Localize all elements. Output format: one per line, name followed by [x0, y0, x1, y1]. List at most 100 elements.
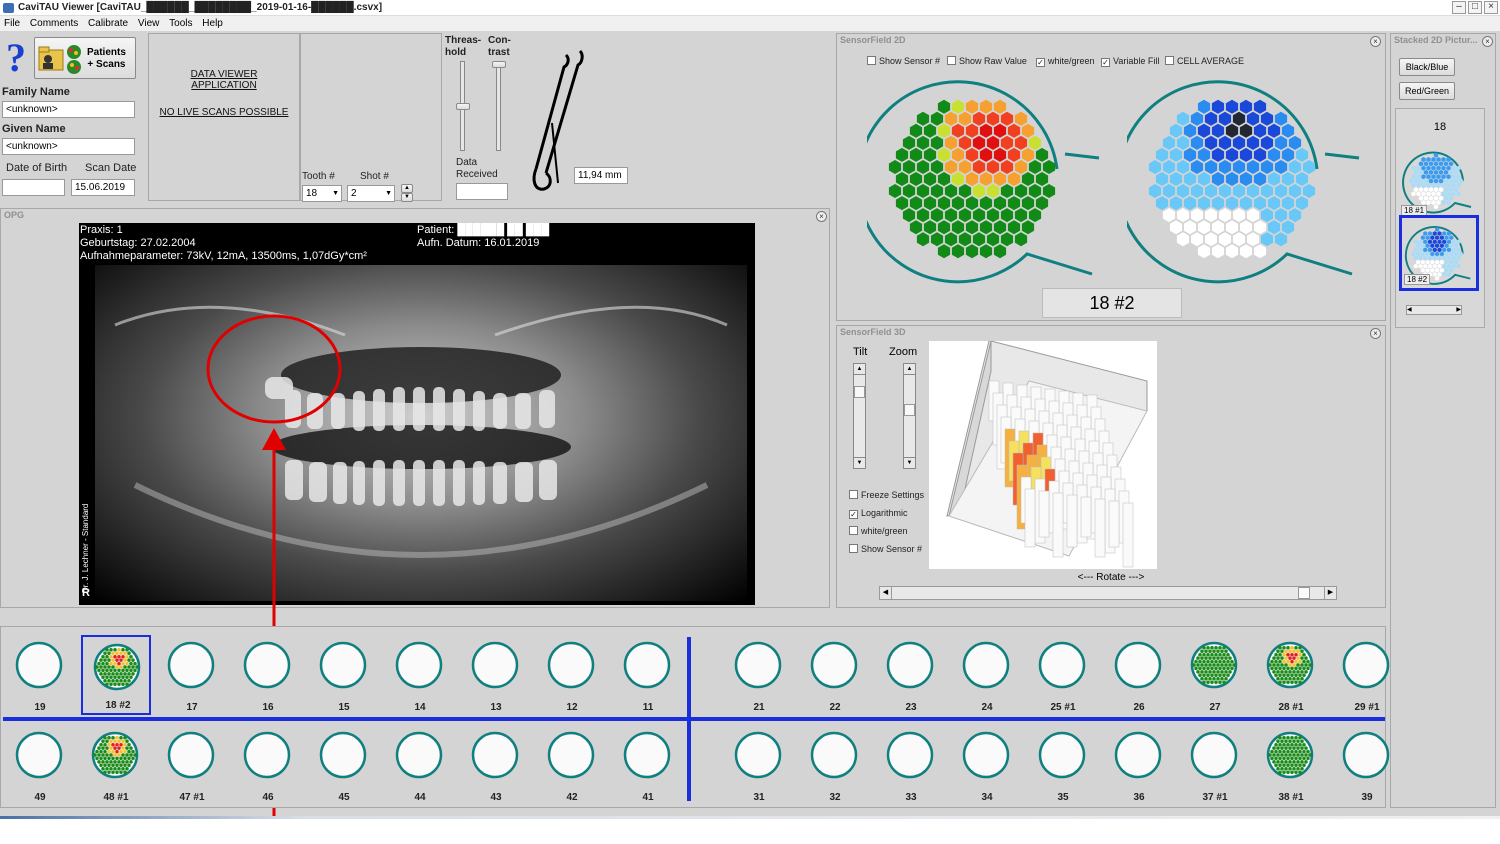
scroll-left-icon[interactable]: ◀ [1407, 307, 1412, 313]
sensor-cell [1000, 208, 1014, 223]
tooth-cell[interactable]: 42 [537, 725, 607, 805]
scroll-down-icon[interactable]: ▼ [854, 457, 865, 468]
sensor-cell [1246, 184, 1260, 198]
sensor-cell [1014, 111, 1028, 126]
tilt-thumb[interactable] [854, 386, 865, 398]
sensor-cell [1435, 259, 1440, 265]
tooth-cell[interactable]: 48 #1 [81, 725, 151, 805]
freeze-settings-checkbox[interactable]: Freeze Settings [849, 490, 924, 500]
tooth-cell[interactable]: 47 #1 [157, 725, 227, 805]
tooth-cell[interactable]: 12 [537, 635, 607, 715]
sensor-cell [1453, 251, 1459, 257]
white-green-checkbox[interactable]: ✓ white/green [1036, 56, 1095, 67]
scroll-up-icon[interactable]: ▲ [904, 364, 915, 375]
tooth-cell[interactable]: 41 [613, 725, 683, 805]
checkbox-box [947, 56, 956, 65]
tooth-cell[interactable]: 21 [724, 635, 794, 715]
cell-average-checkbox[interactable]: CELL AVERAGE [1165, 56, 1244, 66]
sensor-cell [1288, 184, 1302, 198]
sensor-cell [1204, 135, 1218, 150]
scroll-right-icon[interactable]: ▶ [1324, 587, 1336, 599]
logarithmic-checkbox[interactable]: ✓ Logarithmic [849, 508, 908, 519]
tooth-cell[interactable]: 31 [724, 725, 794, 805]
sensor-cell [1197, 220, 1211, 235]
tooth-cell[interactable]: 18 #2 [81, 635, 151, 715]
sensor-cell [916, 232, 930, 247]
tooth-label: 42 [566, 792, 578, 803]
3d-view[interactable] [929, 340, 1157, 569]
sensor-cell [993, 123, 1007, 138]
sensor-cell [1274, 111, 1288, 126]
3d-white-green-checkbox[interactable]: white/green [849, 526, 908, 536]
tooth-cell[interactable]: 24 [952, 635, 1022, 715]
close-icon[interactable]: × [1370, 328, 1381, 339]
tooth-cell[interactable]: 39 [1332, 725, 1402, 805]
tooth-cell[interactable]: 15 [309, 635, 379, 715]
tooth-cell[interactable]: 33 [876, 725, 946, 805]
tooth-cell[interactable]: 25 #1 [1028, 635, 1098, 715]
tooth-cell[interactable]: 17 [157, 635, 227, 715]
tooth-cell[interactable]: 35 [1028, 725, 1098, 805]
sensor-cell [1449, 251, 1454, 257]
tooth-cell[interactable]: 34 [952, 725, 1022, 805]
sensor-cell [1420, 259, 1425, 265]
stacked-thumb-2[interactable]: 18 #2 [1399, 215, 1479, 291]
tooth-cell[interactable]: 13 [461, 635, 531, 715]
show-sensor-checkbox[interactable]: Show Sensor # [867, 56, 940, 66]
tooth-cell[interactable]: 22 [800, 635, 870, 715]
tooth-cell[interactable]: 19 [5, 635, 75, 715]
tooth-label: 29 #1 [1354, 702, 1380, 713]
sensor-cell [1000, 232, 1014, 247]
tooth-cell[interactable]: 14 [385, 635, 455, 715]
close-icon[interactable]: × [1482, 36, 1493, 47]
zoom-thumb[interactable] [904, 404, 915, 416]
tooth-cell[interactable]: 45 [309, 725, 379, 805]
sensor-cell [1239, 147, 1253, 162]
scroll-left-icon[interactable]: ◀ [880, 587, 892, 599]
tooth-cell[interactable]: 38 #1 [1256, 725, 1326, 805]
scroll-right-icon[interactable]: ▶ [1456, 306, 1461, 314]
tooth-cell[interactable]: 28 #1 [1256, 635, 1326, 715]
stacked-thumb-1[interactable]: 18 #1 [1399, 145, 1477, 216]
sensor-field-black-blue[interactable] [1127, 74, 1367, 284]
close-icon[interactable]: × [1370, 36, 1381, 47]
stacked-scrollbar[interactable]: ◀ ▶ [1406, 305, 1462, 315]
sensor-cell [1437, 255, 1442, 261]
sensor-cell [1000, 135, 1014, 150]
3d-show-sensor-checkbox[interactable]: Show Sensor # [849, 544, 922, 554]
black-blue-button[interactable]: Black/Blue [1399, 58, 1455, 76]
sensor-cell [888, 184, 902, 198]
tooth-label: 26 [1133, 702, 1145, 713]
tooth-cell[interactable]: 23 [876, 635, 946, 715]
tooth-cell[interactable]: 11 [613, 635, 683, 715]
scroll-up-icon[interactable]: ▲ [854, 364, 865, 375]
sensor-cell [1225, 99, 1239, 114]
tooth-cell[interactable]: 43 [461, 725, 531, 805]
tooth-cell[interactable]: 49 [5, 725, 75, 805]
rotate-scrollbar[interactable]: ◀ ▶ [879, 586, 1337, 600]
tooth-cell[interactable]: 16 [233, 635, 303, 715]
stacked-2d-panel: Stacked 2D Pictur... × Black/Blue Red/Gr… [1390, 33, 1496, 808]
sensor-cell [1418, 178, 1424, 184]
variable-fill-checkbox[interactable]: ✓ Variable Fill [1101, 56, 1159, 67]
tooth-cell[interactable]: 32 [800, 725, 870, 805]
tooth-cell[interactable]: 36 [1104, 725, 1174, 805]
sensor-cell [958, 111, 972, 126]
rotate-thumb[interactable] [1298, 587, 1310, 599]
zoom-scrollbar[interactable]: ▲ ▼ [903, 363, 916, 469]
tooth-cell[interactable]: 26 [1104, 635, 1174, 715]
scroll-down-icon[interactable]: ▼ [904, 457, 915, 468]
show-raw-value-checkbox[interactable]: Show Raw Value [947, 56, 1027, 66]
sensor-cell [1433, 195, 1439, 201]
sensor-field-red-green[interactable] [867, 74, 1107, 284]
tooth-cell[interactable]: 44 [385, 725, 455, 805]
sensor-cell [1295, 147, 1309, 162]
red-green-button[interactable]: Red/Green [1399, 82, 1455, 100]
tooth-cell[interactable]: 46 [233, 725, 303, 805]
tooth-cell[interactable]: 37 #1 [1180, 725, 1250, 805]
sensor-cell [1432, 263, 1437, 269]
tooth-cell[interactable]: 27 [1180, 635, 1250, 715]
tilt-scrollbar[interactable]: ▲ ▼ [853, 363, 866, 469]
sensor-cell [1162, 184, 1176, 198]
tooth-cell[interactable]: 29 #1 [1332, 635, 1402, 715]
